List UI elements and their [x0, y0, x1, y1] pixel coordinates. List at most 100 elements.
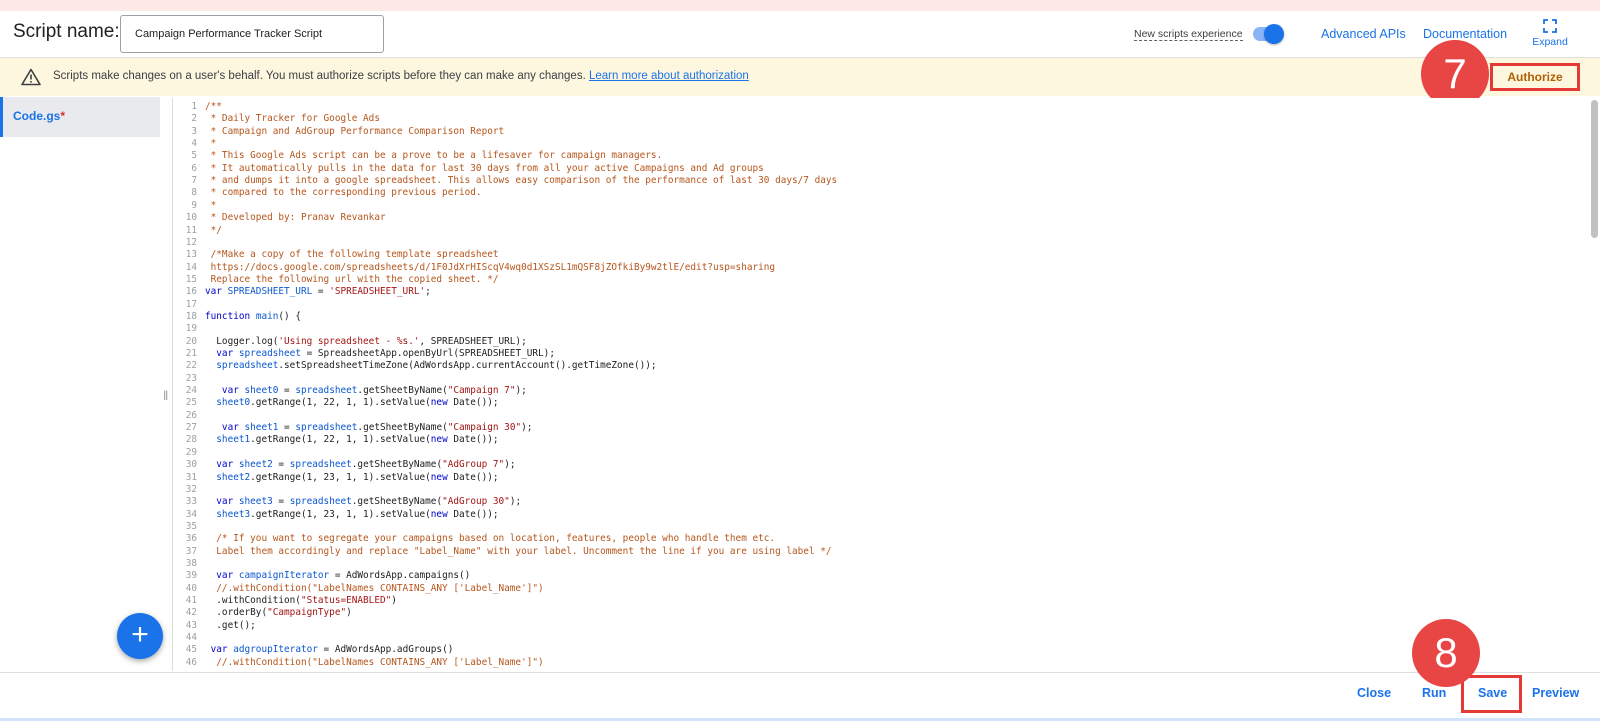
- code-line[interactable]: 2 * Daily Tracker for Google Ads: [173, 113, 1573, 125]
- code-text: .withCondition("Status=ENABLED"): [205, 595, 397, 606]
- code-editor[interactable]: 1 /** 2 * Daily Tracker for Google Ads 3 * …: [172, 98, 1585, 671]
- script-header: Script name: New scripts experience Adva…: [0, 11, 1600, 58]
- line-number: 40: [185, 582, 197, 594]
- toggle-knob: [1264, 24, 1284, 44]
- advanced-apis-link[interactable]: Advanced APIs: [1321, 27, 1406, 41]
- code-line[interactable]: 14 https://docs.google.com/spreadsheets/…: [173, 262, 1573, 274]
- line-number: 17: [185, 298, 197, 310]
- preview-button[interactable]: Preview: [1532, 686, 1579, 700]
- expand-label: Expand: [1532, 36, 1568, 48]
- code-text: spreadsheet.setSpreadsheetTimeZone(AdWor…: [205, 360, 657, 372]
- code-line[interactable]: 1 /**: [173, 101, 1573, 113]
- code-line[interactable]: 13 /*Make a copy of the following templa…: [173, 249, 1573, 261]
- step-8-marker: 8: [1412, 619, 1480, 687]
- code-text: * Developed by: Pranav Revankar: [205, 212, 386, 224]
- code-line[interactable]: 26: [173, 410, 1573, 422]
- line-number: 14: [185, 261, 197, 273]
- line-number: 34: [185, 508, 197, 520]
- code-line[interactable]: 31 sheet2.getRange(1, 23, 1, 1).setValue…: [173, 472, 1573, 484]
- code-line[interactable]: 32: [173, 484, 1573, 496]
- code-line[interactable]: 44: [173, 632, 1573, 644]
- new-scripts-experience-label: New scripts experience: [1134, 28, 1243, 41]
- code-line[interactable]: 27 var sheet1 = spreadsheet.getSheetByNa…: [173, 422, 1573, 434]
- code-line[interactable]: 39 var campaignIterator = AdWordsApp.cam…: [173, 570, 1573, 582]
- code-line[interactable]: 28 sheet1.getRange(1, 22, 1, 1).setValue…: [173, 434, 1573, 446]
- code-line[interactable]: 38: [173, 558, 1573, 570]
- line-number: 22: [185, 360, 197, 372]
- file-tab-code-gs[interactable]: Code.gs*: [0, 97, 160, 137]
- code-line[interactable]: 40 //.withCondition("LabelNames CONTAINS…: [173, 583, 1573, 595]
- expand-button[interactable]: Expand: [1530, 19, 1570, 48]
- line-number: 30: [185, 459, 197, 471]
- code-line[interactable]: 9 *: [173, 200, 1573, 212]
- script-name-label: Script name:: [13, 21, 120, 42]
- code-line[interactable]: 36 /* If you want to segregate your camp…: [173, 533, 1573, 545]
- code-text: /**: [205, 101, 222, 112]
- code-text: var spreadsheet = SpreadsheetApp.openByU…: [205, 348, 555, 359]
- code-line[interactable]: 6 * It automatically pulls in the data f…: [173, 163, 1573, 175]
- code-line[interactable]: 33 var sheet3 = spreadsheet.getSheetByNa…: [173, 496, 1573, 508]
- code-line[interactable]: 42 .orderBy("CampaignType"): [173, 607, 1573, 619]
- code-line[interactable]: 43 .get();: [173, 620, 1573, 632]
- code-text: * and dumps it into a google spreadsheet…: [205, 175, 838, 187]
- line-number: 23: [185, 372, 197, 384]
- line-number: 16: [185, 286, 197, 298]
- editor-scrollbar[interactable]: [1588, 98, 1600, 671]
- code-line[interactable]: 29: [173, 447, 1573, 459]
- authorize-button[interactable]: Authorize: [1490, 63, 1580, 91]
- code-line[interactable]: 37 Label them accordingly and replace "L…: [173, 546, 1573, 558]
- code-line[interactable]: 11 */: [173, 225, 1573, 237]
- code-line[interactable]: 20 Logger.log('Using spreadsheet - %s.',…: [173, 336, 1573, 348]
- code-text: https://docs.google.com/spreadsheets/d/1…: [205, 261, 776, 273]
- file-name: Code.gs: [13, 109, 61, 123]
- file-sidebar: Code.gs*: [0, 97, 160, 671]
- code-line[interactable]: 21 var spreadsheet = SpreadsheetApp.open…: [173, 348, 1573, 360]
- run-button[interactable]: Run: [1422, 686, 1446, 700]
- code-line[interactable]: 5 * This Google Ads script can be a prov…: [173, 150, 1573, 162]
- code-line[interactable]: 18 function main() {: [173, 311, 1573, 323]
- line-number: 42: [185, 607, 197, 619]
- code-line[interactable]: 22 spreadsheet.setSpreadsheetTimeZone(Ad…: [173, 360, 1573, 372]
- code-line[interactable]: 8 * compared to the corresponding previo…: [173, 187, 1573, 199]
- learn-more-authorization-link[interactable]: Learn more about authorization: [589, 70, 749, 82]
- code-line[interactable]: 16 var SPREADSHEET_URL = 'SPREADSHEET_URL…: [173, 286, 1573, 298]
- line-number: 25: [185, 397, 197, 409]
- line-number: 45: [185, 644, 197, 656]
- code-line[interactable]: 3 * Campaign and AdGroup Performance Com…: [173, 126, 1573, 138]
- code-line[interactable]: 46 //.withCondition("LabelNames CONTAINS…: [173, 657, 1573, 669]
- close-button[interactable]: Close: [1357, 686, 1391, 700]
- panel-resize-handle[interactable]: ‖: [163, 388, 168, 403]
- code-line[interactable]: 23: [173, 373, 1573, 385]
- documentation-link[interactable]: Documentation: [1423, 27, 1507, 41]
- scroll-thumb[interactable]: [1591, 100, 1598, 238]
- code-line[interactable]: 15 Replace the following url with the co…: [173, 274, 1573, 286]
- line-number: 27: [185, 422, 197, 434]
- code-line[interactable]: 10 * Developed by: Pranav Revankar: [173, 212, 1573, 224]
- code-text: sheet2.getRange(1, 23, 1, 1).setValue(ne…: [205, 471, 499, 483]
- script-name-input[interactable]: [120, 15, 384, 53]
- code-text: sheet1.getRange(1, 22, 1, 1).setValue(ne…: [205, 434, 499, 446]
- code-line[interactable]: 41 .withCondition("Status=ENABLED"): [173, 595, 1573, 607]
- code-line[interactable]: 34 sheet3.getRange(1, 23, 1, 1).setValue…: [173, 509, 1573, 521]
- code-line[interactable]: 7 * and dumps it into a google spreadshe…: [173, 175, 1573, 187]
- code-line[interactable]: 4 *: [173, 138, 1573, 150]
- add-file-button[interactable]: +: [117, 613, 163, 659]
- line-number: 15: [185, 273, 197, 285]
- line-number: 36: [185, 533, 197, 545]
- code-text: //.withCondition("LabelNames CONTAINS_AN…: [205, 656, 544, 668]
- new-scripts-toggle[interactable]: [1253, 24, 1284, 44]
- line-number: 1: [191, 101, 197, 112]
- code-line[interactable]: 12: [173, 237, 1573, 249]
- code-line[interactable]: 17: [173, 299, 1573, 311]
- code-line[interactable]: 25 sheet0.getRange(1, 22, 1, 1).setValue…: [173, 397, 1573, 409]
- code-text: .orderBy("CampaignType"): [205, 607, 352, 619]
- code-line[interactable]: 19: [173, 323, 1573, 335]
- line-number: 19: [185, 323, 197, 335]
- line-number: 44: [185, 632, 197, 644]
- code-line[interactable]: 35: [173, 521, 1573, 533]
- code-line[interactable]: 30 var sheet2 = spreadsheet.getSheetByNa…: [173, 459, 1573, 471]
- line-number: 4: [191, 138, 197, 150]
- line-number: 10: [185, 212, 197, 224]
- code-line[interactable]: 45 var adgroupIterator = AdWordsApp.adGr…: [173, 644, 1573, 656]
- code-line[interactable]: 24 var sheet0 = spreadsheet.getSheetByNa…: [173, 385, 1573, 397]
